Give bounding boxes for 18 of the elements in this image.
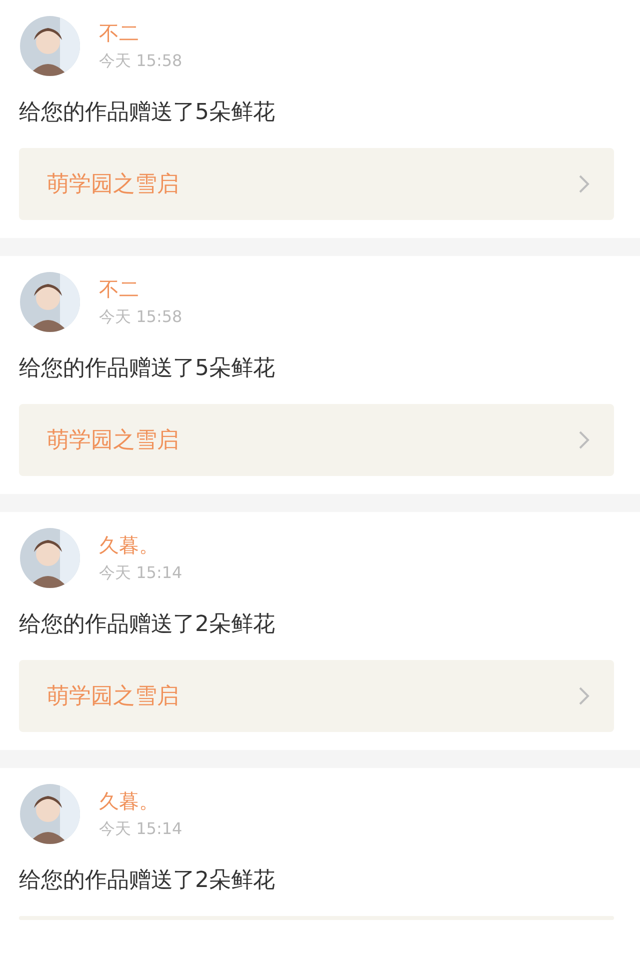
user-name[interactable]: 久暮。 — [99, 788, 182, 814]
timestamp: 今天 15:58 — [99, 50, 182, 72]
chevron-right-icon — [578, 686, 590, 706]
work-link[interactable]: 萌学园之雪启 — [19, 148, 614, 220]
user-name[interactable]: 久暮。 — [99, 532, 182, 558]
timestamp: 今天 15:58 — [99, 306, 182, 328]
chevron-right-icon — [578, 430, 590, 450]
gift-message: 给您的作品赠送了5朵鲜花 — [19, 99, 276, 127]
work-link[interactable]: 萌学园之雪启 — [19, 404, 614, 476]
user-name[interactable]: 不二 — [99, 20, 182, 46]
gift-message: 给您的作品赠送了2朵鲜花 — [19, 867, 276, 895]
timestamp: 今天 15:14 — [99, 562, 182, 584]
user-name[interactable]: 不二 — [99, 276, 182, 302]
work-link[interactable]: 萌学园之雪启 — [19, 660, 614, 732]
chevron-right-icon — [578, 174, 590, 194]
timestamp: 今天 15:14 — [99, 818, 182, 840]
gift-message: 给您的作品赠送了5朵鲜花 — [19, 355, 276, 383]
gift-message: 给您的作品赠送了2朵鲜花 — [19, 611, 276, 639]
